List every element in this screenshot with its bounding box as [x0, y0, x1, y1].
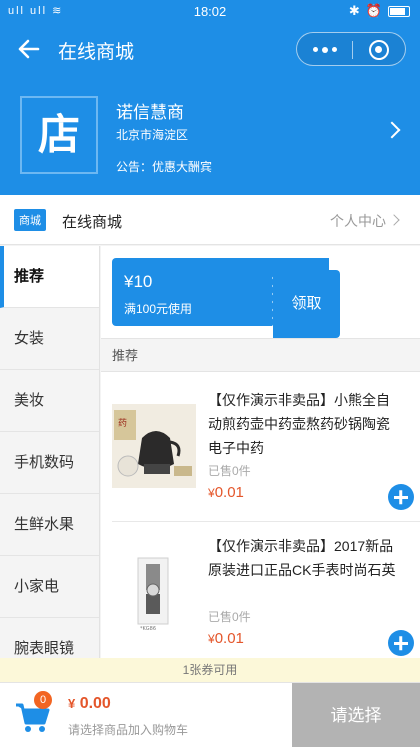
status-right-icons: ✱ ⏰ — [349, 3, 410, 19]
cart-total: ¥ 0.00 — [68, 695, 111, 713]
cart-total-value: 0.00 — [79, 695, 111, 712]
product-sold-count: 已售0件 — [208, 464, 251, 478]
currency-symbol: ¥ — [68, 696, 76, 711]
miniapp-capsule — [296, 32, 406, 66]
svg-text:药: 药 — [118, 418, 127, 429]
category-item-fresh-fruit[interactable]: 生鲜水果 — [0, 494, 99, 556]
currency-symbol: ¥ — [208, 632, 215, 646]
price-value: 0.01 — [214, 484, 244, 501]
coupon-card: ¥10 满100元使用 领取 — [112, 258, 340, 338]
product-image-herbal-pot: 药 — [112, 404, 196, 488]
checkout-button[interactable]: 请选择 — [292, 683, 420, 747]
back-arrow-icon[interactable] — [14, 34, 44, 64]
price-value: 0.01 — [214, 630, 244, 647]
currency-symbol: ¥ — [208, 486, 215, 500]
cart-count-badge: 0 — [34, 691, 52, 709]
coupon-amount: ¥10 — [124, 272, 153, 291]
status-bar: ull ull ≋ 18:02 ✱ ⏰ — [0, 0, 420, 24]
product-image-watch: *KG86 — [112, 550, 196, 634]
alarm-icon: ⏰ — [365, 3, 382, 18]
mall-badge: 商城 — [14, 209, 46, 231]
store-name: 诺信慧商 — [116, 103, 184, 122]
mall-title: 在线商城 — [62, 214, 123, 231]
title-bar: 在线商城 — [0, 24, 420, 76]
product-title: 【仅作演示非卖品】小熊全自动煎药壶中药壶熬药砂锅陶瓷电子中药 — [208, 392, 390, 456]
product-card[interactable]: *KG86 【仅作演示非卖品】2017新品原装进口正品CK手表时尚石英 已售0件… — [112, 522, 420, 658]
cart-hint: 请选择商品加入购物车 — [68, 723, 189, 737]
product-card[interactable]: 药 【仅作演示非卖品】小熊全自动煎药壶中药壶熬药砂锅陶瓷电子中药 已售0件 ¥0… — [112, 376, 420, 522]
battery-icon — [388, 5, 410, 17]
svg-text:*KG86: *KG86 — [140, 626, 156, 632]
coupon-condition: 满100元使用 — [124, 302, 193, 316]
product-price: ¥0.01 — [208, 630, 244, 647]
capsule-divider — [352, 41, 353, 59]
product-panel: ¥10 满100元使用 领取 推荐 药 【仅作演示非卖品】小熊全自动煎药壶中药壶… — [101, 246, 420, 658]
more-icon[interactable] — [313, 46, 337, 53]
mall-nav-bar: 商城 在线商城 个人中心 — [0, 195, 420, 245]
store-notice: 公告：优惠大酬宾 — [116, 160, 213, 174]
category-item-womens-wear[interactable]: 女装 — [0, 308, 99, 370]
category-item-small-appliances[interactable]: 小家电 — [0, 556, 99, 618]
product-sold-count: 已售0件 — [208, 610, 251, 624]
chevron-right-icon[interactable] — [388, 214, 400, 226]
close-miniapp-icon[interactable] — [369, 40, 389, 60]
store-logo: 店 — [20, 96, 98, 174]
user-center-link[interactable]: 个人中心 — [330, 211, 386, 231]
bluetooth-icon: ✱ — [348, 3, 360, 18]
cart-bar: 0 ¥ 0.00 请选择商品加入购物车 请选择 — [0, 682, 420, 747]
add-to-cart-icon[interactable] — [388, 484, 414, 510]
product-title: 【仅作演示非卖品】2017新品原装进口正品CK手表时尚石英 — [208, 538, 396, 578]
coupon-available-tip[interactable]: 1张券可用 — [0, 658, 420, 682]
claim-coupon-button[interactable]: 领取 — [273, 270, 340, 338]
category-item-watches-glasses[interactable]: 腕表眼镜 — [0, 618, 99, 658]
chevron-right-icon[interactable] — [383, 121, 401, 139]
category-item-recommend[interactable]: 推荐 — [0, 246, 99, 308]
store-header[interactable]: 店 诺信慧商 北京市海淀区 公告：优惠大酬宾 — [0, 76, 420, 195]
category-item-digital[interactable]: 手机数码 — [0, 432, 99, 494]
add-to-cart-icon[interactable] — [388, 630, 414, 656]
store-address: 北京市海淀区 — [116, 128, 189, 142]
category-sidebar: 推荐 女装 美妆 手机数码 生鲜水果 小家电 腕表眼镜 — [0, 246, 100, 658]
product-price: ¥0.01 — [208, 484, 244, 501]
section-title: 推荐 — [101, 338, 420, 372]
page-title: 在线商城 — [58, 42, 135, 63]
category-item-beauty[interactable]: 美妆 — [0, 370, 99, 432]
